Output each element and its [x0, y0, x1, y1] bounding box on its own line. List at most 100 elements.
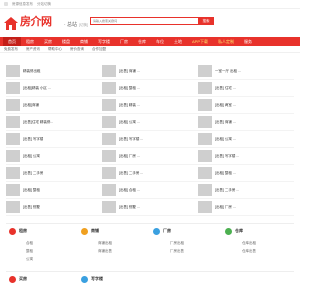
listing-title[interactable]: [出租] 合租 ... — [119, 188, 140, 192]
listing-title[interactable]: [出租] 厂房 ... — [215, 205, 236, 209]
category-sub-link[interactable]: 合租 — [26, 241, 33, 245]
listing-title[interactable]: [出租] 公寓 ... — [119, 120, 140, 124]
listing-title[interactable]: [出售] 写字楼 ... — [119, 137, 143, 141]
site-logo[interactable]: 房介网 — [4, 16, 56, 30]
listing-item[interactable]: [出售] 写字楼 — [6, 131, 102, 148]
listing-item[interactable]: [出售] 写字楼 ... — [102, 131, 198, 148]
subnav-item[interactable]: 合作加盟 — [92, 47, 106, 51]
listing-item[interactable]: [出租] 厂房 ... — [102, 148, 198, 165]
city-switch-link[interactable]: [切换] — [79, 23, 88, 27]
listing-thumbnail[interactable] — [6, 184, 20, 196]
listing-item[interactable]: [出售] 商铺 ... — [198, 114, 294, 131]
listing-item[interactable]: [出租] 公寓 — [6, 148, 102, 165]
listing-title[interactable]: [出售] 二手房 — [23, 171, 43, 175]
listing-title[interactable]: [出售] 二手房 ... — [119, 171, 143, 175]
nav-item-land[interactable]: 土地 — [169, 37, 187, 46]
nav-item-custom[interactable]: 私人定制 — [213, 37, 239, 46]
listing-title[interactable]: [出租] 整租 ... — [119, 86, 140, 90]
listing-title[interactable]: [出租] 两室 ... — [215, 103, 236, 107]
listing-item[interactable]: [出租]精装 小区 ... — [6, 80, 102, 97]
search-input[interactable] — [90, 17, 198, 25]
listing-thumbnail[interactable] — [198, 99, 212, 111]
subnav-item[interactable]: 免费发布 — [4, 47, 18, 51]
listing-thumbnail[interactable] — [102, 65, 116, 77]
listing-item[interactable]: [出租] 两室 ... — [198, 97, 294, 114]
category-sub-link[interactable]: 厂房出租 — [170, 241, 184, 245]
listing-item[interactable]: [出租] 整租 ... — [102, 80, 198, 97]
listing-thumbnail[interactable] — [102, 82, 116, 94]
subnav-item[interactable]: 房产资讯 — [26, 47, 40, 51]
listing-thumbnail[interactable] — [6, 201, 20, 213]
listing-title[interactable]: [出租] 厂房 ... — [119, 154, 140, 158]
category-header[interactable]: 仓库 — [222, 224, 294, 238]
category-sub-link[interactable]: 整租 — [26, 249, 33, 253]
topbar-link-switch[interactable]: 分站切换 — [37, 2, 51, 6]
nav-item-shop[interactable]: 商铺 — [75, 37, 93, 46]
listing-thumbnail[interactable] — [198, 201, 212, 213]
listing-title[interactable]: [出租] 整租 ... — [215, 171, 236, 175]
listing-item[interactable]: [出租] 厂房 ... — [198, 199, 294, 216]
listing-item[interactable]: [出售] 二手房 ... — [102, 165, 198, 182]
listing-title[interactable]: [出售] 别墅 — [23, 205, 40, 209]
listing-item[interactable]: [出租] 整租 ... — [198, 165, 294, 182]
listing-title[interactable]: [出售] 住宅 ... — [215, 86, 236, 90]
listing-thumbnail[interactable] — [102, 167, 116, 179]
listing-thumbnail[interactable] — [198, 167, 212, 179]
listing-thumbnail[interactable] — [6, 116, 20, 128]
listing-item[interactable]: [出售]住宅 精装修... — [6, 114, 102, 131]
category-sub-link[interactable]: 公寓 — [26, 257, 33, 261]
listing-title[interactable]: [出售] 商铺 ... — [119, 69, 140, 73]
nav-item-rent[interactable]: 租房 — [21, 37, 39, 46]
listing-title[interactable]: [出售] 写字楼 — [23, 137, 43, 141]
listing-thumbnail[interactable] — [102, 133, 116, 145]
listing-thumbnail[interactable] — [6, 133, 20, 145]
listing-thumbnail[interactable] — [198, 133, 212, 145]
listing-item[interactable]: [出售] 住宅 ... — [198, 80, 294, 97]
listing-title[interactable]: [出售] 写字楼 ... — [215, 154, 239, 158]
listing-title[interactable]: [出租]商铺 — [23, 103, 39, 107]
listing-thumbnail[interactable] — [6, 150, 20, 162]
listing-title[interactable]: 一室一厅 出租 ... — [215, 69, 241, 73]
listing-thumbnail[interactable] — [6, 99, 20, 111]
listing-item[interactable]: 一室一厅 出租 ... — [198, 63, 294, 80]
listing-thumbnail[interactable] — [198, 82, 212, 94]
category-header[interactable]: 租房 — [6, 224, 78, 238]
listing-item[interactable]: [出售] 二手房 — [6, 165, 102, 182]
category-sub-link[interactable]: 商铺出租 — [98, 241, 112, 245]
listing-thumbnail[interactable] — [102, 150, 116, 162]
listing-item[interactable]: [出售] 别墅 — [6, 199, 102, 216]
nav-item-buy[interactable]: 买房 — [39, 37, 57, 46]
listing-item[interactable]: [出售] 商铺 ... — [102, 63, 198, 80]
category-sub-link[interactable]: 商铺出售 — [98, 249, 112, 253]
subnav-item[interactable]: 房价查询 — [70, 47, 84, 51]
nav-item-estate[interactable]: 楼盘 — [57, 37, 75, 46]
category-header[interactable]: 写字楼 — [78, 272, 150, 286]
listing-title[interactable]: 精装修出租 — [23, 69, 41, 73]
category-header[interactable]: 厂房 — [150, 224, 222, 238]
listing-thumbnail[interactable] — [198, 150, 212, 162]
listing-item[interactable]: [出售] 精装 ... — [102, 97, 198, 114]
nav-item-app[interactable]: APP下载 — [187, 37, 213, 46]
nav-item-warehouse[interactable]: 仓库 — [133, 37, 151, 46]
nav-item-factory[interactable]: 厂房 — [115, 37, 133, 46]
listing-title[interactable]: [出售] 商铺 ... — [215, 120, 236, 124]
category-header[interactable]: 买房 — [6, 272, 78, 286]
listing-thumbnail[interactable] — [6, 82, 20, 94]
listing-item[interactable]: [出租] 整租 — [6, 182, 102, 199]
listing-item[interactable]: [出售] 写字楼 ... — [198, 148, 294, 165]
category-sub-link[interactable]: 厂房出售 — [170, 249, 184, 253]
nav-item-office[interactable]: 写字楼 — [93, 37, 115, 46]
listing-item[interactable]: [出租] 合租 ... — [102, 182, 198, 199]
listing-thumbnail[interactable] — [102, 201, 116, 213]
category-sub-link[interactable]: 仓库出租 — [242, 241, 256, 245]
listing-item[interactable]: [出售] 二手房 ... — [198, 182, 294, 199]
listing-thumbnail[interactable] — [102, 99, 116, 111]
topbar-link-post[interactable]: 房源信息发布 — [12, 2, 33, 6]
listing-title[interactable]: [出租]精装 小区 ... — [23, 86, 51, 90]
listing-title[interactable]: [出售] 别墅 ... — [119, 205, 140, 209]
category-sub-link[interactable]: 仓库出售 — [242, 249, 256, 253]
subnav-item[interactable]: 帮助中心 — [48, 47, 62, 51]
nav-item-home[interactable]: 首页 — [3, 37, 21, 46]
listing-thumbnail[interactable] — [198, 184, 212, 196]
listing-title[interactable]: [出售] 精装 ... — [119, 103, 140, 107]
